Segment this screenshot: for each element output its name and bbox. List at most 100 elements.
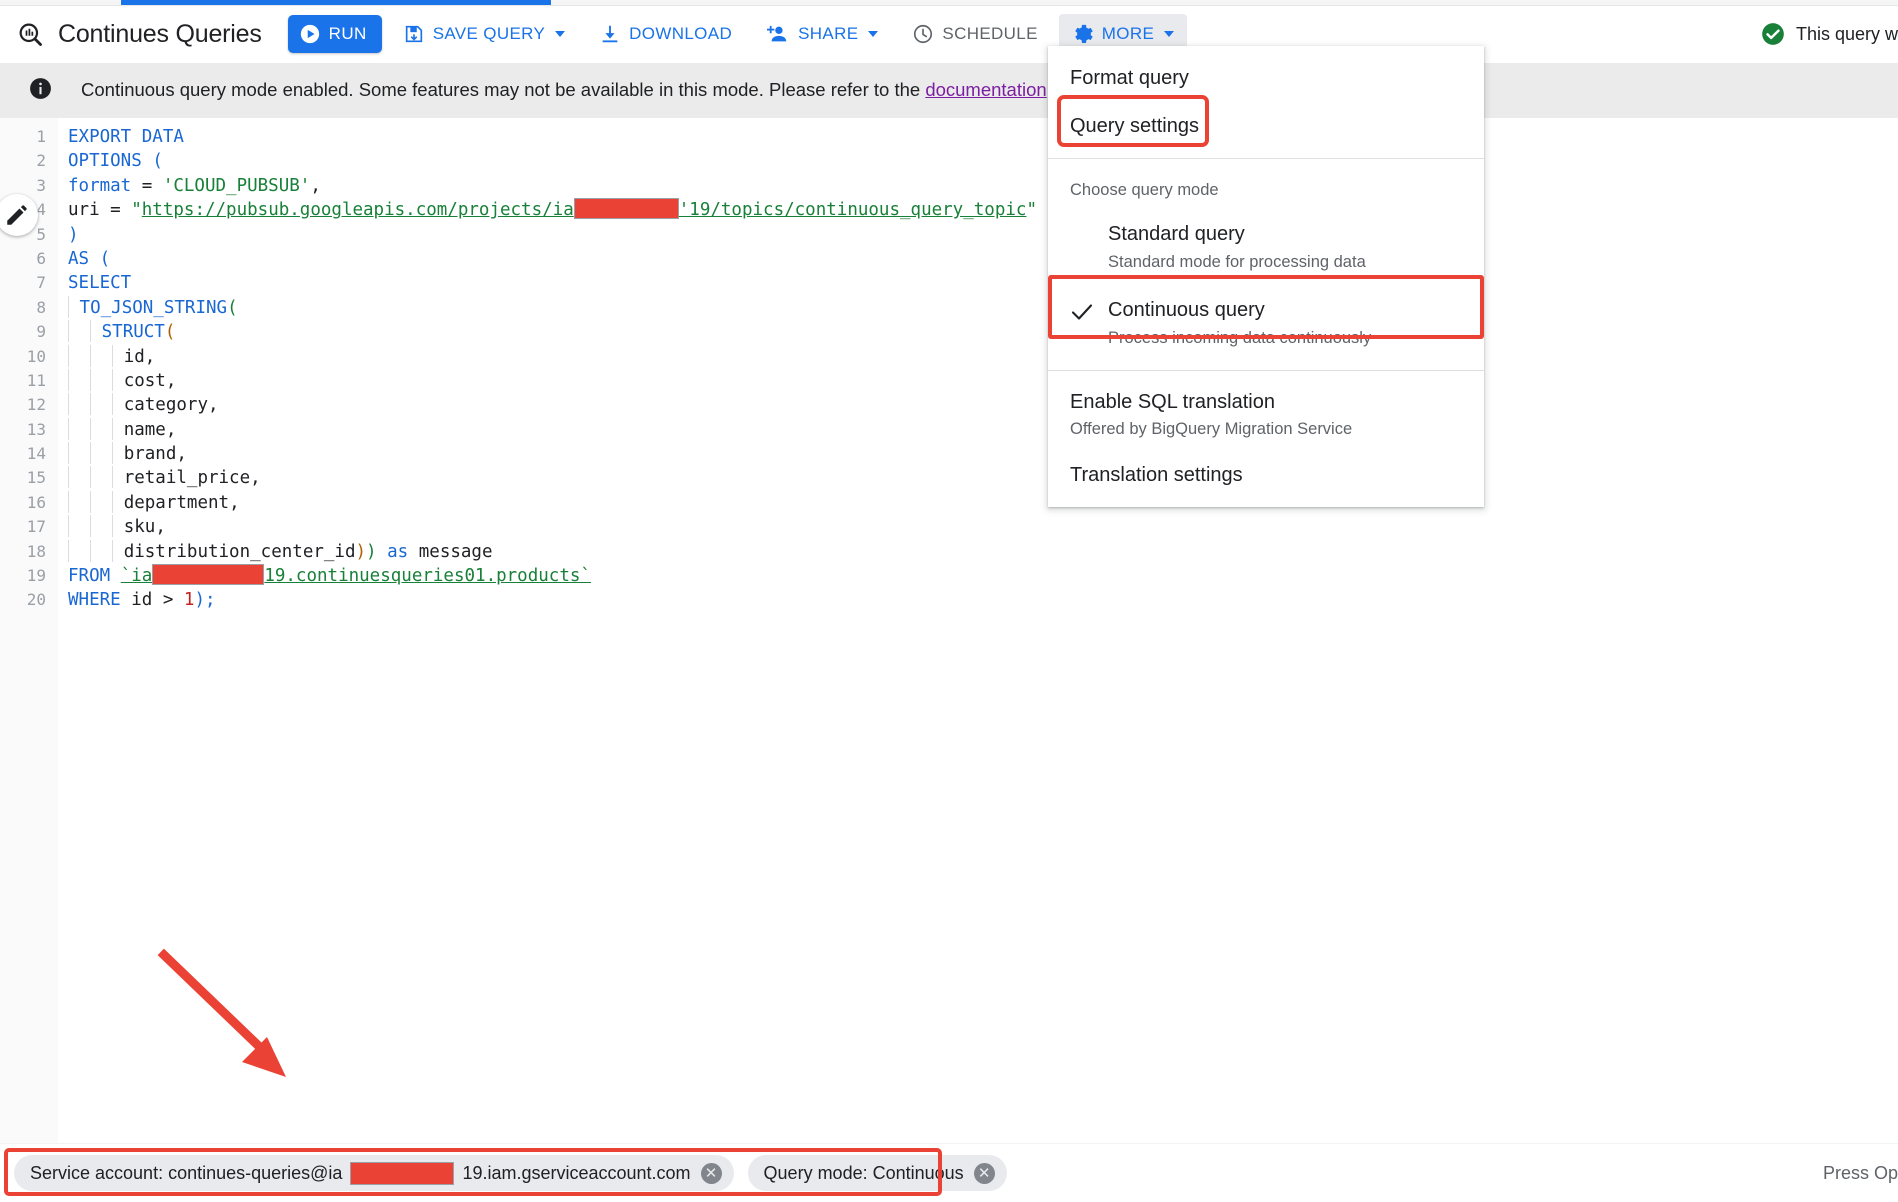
code-line: 6 AS ( bbox=[0, 247, 1898, 271]
menu-item-translation-settings[interactable]: Translation settings bbox=[1048, 451, 1484, 499]
share-button[interactable]: SHARE bbox=[753, 14, 891, 54]
code-line: 3 format = 'CLOUD_PUBSUB', bbox=[0, 174, 1898, 198]
download-label: DOWNLOAD bbox=[629, 24, 732, 44]
menu-item-format-query[interactable]: Format query bbox=[1048, 54, 1484, 102]
code-token: 'CLOUD_PUBSUB' bbox=[163, 176, 311, 196]
code-token: 19.continuesqueries01.products` bbox=[264, 566, 591, 586]
line-number: 19 bbox=[0, 564, 46, 588]
menu-item-standard-query[interactable]: Standard query Standard mode for process… bbox=[1048, 210, 1484, 286]
code-token: OPTIONS bbox=[68, 151, 142, 171]
gear-icon bbox=[1072, 23, 1094, 45]
code-line: 7 SELECT bbox=[0, 271, 1898, 295]
checkmark-icon bbox=[1070, 296, 1108, 328]
code-token: format bbox=[68, 176, 131, 196]
code-line: 17 sku, bbox=[0, 515, 1898, 539]
code-token: EXPORT DATA bbox=[68, 127, 184, 147]
enable-sql-translation-title: Enable SQL translation bbox=[1070, 387, 1462, 417]
code-token: id bbox=[124, 347, 145, 367]
query-history-icon[interactable] bbox=[8, 12, 52, 56]
close-circle-icon[interactable]: ✕ bbox=[974, 1163, 995, 1184]
enable-sql-translation-desc: Offered by BigQuery Migration Service bbox=[1070, 417, 1462, 441]
code-token: `ia bbox=[121, 566, 153, 586]
line-number: 2 bbox=[0, 149, 46, 173]
line-number: 13 bbox=[0, 418, 46, 442]
line-number: 16 bbox=[0, 491, 46, 515]
code-token: category bbox=[124, 395, 208, 415]
code-line: 15 retail_price, bbox=[0, 466, 1898, 490]
code-line: 5 ) bbox=[0, 223, 1898, 247]
code-token: department bbox=[124, 493, 229, 513]
code-line: 16 department, bbox=[0, 491, 1898, 515]
continuous-query-desc: Process incoming data continuously bbox=[1108, 326, 1371, 350]
chip-label-after: 19.iam.gserviceaccount.com bbox=[462, 1163, 690, 1184]
continuous-mode-banner: Continuous query mode enabled. Some feat… bbox=[0, 63, 1898, 118]
line-number: 6 bbox=[0, 247, 46, 271]
menu-item-continuous-query[interactable]: Continuous query Process incoming data c… bbox=[1048, 286, 1484, 362]
menu-item-enable-sql-translation[interactable]: Enable SQL translation Offered by BigQue… bbox=[1048, 379, 1484, 451]
chevron-down-icon bbox=[868, 31, 878, 37]
more-dropdown-menu[interactable]: Format query Query settings Choose query… bbox=[1048, 46, 1484, 507]
line-number: 11 bbox=[0, 369, 46, 393]
keyboard-hint: Press Op bbox=[1823, 1163, 1898, 1184]
code-token: cost bbox=[124, 371, 166, 391]
code-line: 9 STRUCT( bbox=[0, 320, 1898, 344]
query-status-text: This query w bbox=[1796, 24, 1898, 45]
code-token: as bbox=[377, 542, 419, 562]
menu-item-label: Query settings bbox=[1070, 115, 1199, 138]
code-token: ( bbox=[165, 322, 176, 342]
download-button[interactable]: DOWNLOAD bbox=[586, 14, 745, 54]
code-line: 13 name, bbox=[0, 418, 1898, 442]
line-number: 17 bbox=[0, 515, 46, 539]
redaction-box bbox=[152, 564, 264, 585]
service-account-chip[interactable]: Service account: continues-queries@ia19.… bbox=[14, 1155, 734, 1191]
code-token: uri bbox=[68, 200, 100, 220]
code-token: STRUCT bbox=[102, 322, 165, 342]
close-circle-icon[interactable]: ✕ bbox=[701, 1163, 722, 1184]
code-token: 1 bbox=[184, 590, 195, 610]
person-add-icon bbox=[766, 23, 790, 45]
menu-item-query-settings[interactable]: Query settings bbox=[1048, 102, 1484, 150]
code-token: " bbox=[1026, 200, 1037, 220]
documentation-link[interactable]: documentation bbox=[925, 79, 1046, 100]
line-number: 10 bbox=[0, 345, 46, 369]
run-label: RUN bbox=[329, 24, 367, 44]
chevron-down-icon bbox=[1164, 31, 1174, 37]
code-token: '19/topics/continuous_query_topic bbox=[679, 200, 1027, 220]
standard-query-desc: Standard mode for processing data bbox=[1108, 250, 1366, 274]
code-token: retail_price bbox=[124, 468, 250, 488]
line-number: 15 bbox=[0, 466, 46, 490]
redaction-box bbox=[574, 198, 679, 219]
menu-divider bbox=[1048, 158, 1484, 159]
code-token: name bbox=[124, 420, 166, 440]
code-token: AS bbox=[68, 249, 89, 269]
line-number: 1 bbox=[0, 125, 46, 149]
red-arrow-annotation bbox=[150, 945, 310, 1095]
code-content[interactable]: 1 EXPORT DATA 2 OPTIONS ( 3 format = 'CL… bbox=[0, 125, 1898, 613]
redaction-box bbox=[350, 1162, 454, 1185]
save-query-button[interactable]: SAVE QUERY bbox=[390, 14, 578, 54]
query-mode-chip[interactable]: Query mode: Continuous ✕ bbox=[748, 1155, 1007, 1191]
line-number: 20 bbox=[0, 588, 46, 612]
run-button[interactable]: RUN bbox=[288, 15, 382, 53]
choose-query-mode-label: Choose query mode bbox=[1048, 167, 1484, 210]
line-number: 8 bbox=[0, 296, 46, 320]
save-query-label: SAVE QUERY bbox=[433, 24, 545, 44]
code-line: 20 WHERE id > 1); bbox=[0, 588, 1898, 612]
banner-text: Continuous query mode enabled. Some feat… bbox=[81, 79, 1109, 103]
code-token: = bbox=[131, 176, 163, 196]
line-number: 18 bbox=[0, 540, 46, 564]
schedule-button[interactable]: SCHEDULE bbox=[899, 14, 1050, 54]
code-token: sku bbox=[124, 517, 156, 537]
standard-query-title: Standard query bbox=[1108, 220, 1366, 248]
line-number: 12 bbox=[0, 393, 46, 417]
code-line: 19 FROM `ia19.continuesqueries01.product… bbox=[0, 564, 1898, 588]
code-token: = bbox=[100, 200, 132, 220]
chip-label-before: Query mode: Continuous bbox=[764, 1163, 964, 1184]
chevron-down-icon bbox=[555, 31, 565, 37]
bigquery-editor-page: Continues Queries RUN SAVE QUERY DOWNLOA… bbox=[0, 0, 1898, 1202]
schedule-label: SCHEDULE bbox=[942, 24, 1037, 44]
code-token: ( bbox=[152, 151, 163, 171]
check-circle-icon bbox=[1760, 21, 1786, 47]
menu-item-label: Format query bbox=[1070, 67, 1189, 90]
code-token: TO_JSON_STRING bbox=[80, 298, 228, 318]
